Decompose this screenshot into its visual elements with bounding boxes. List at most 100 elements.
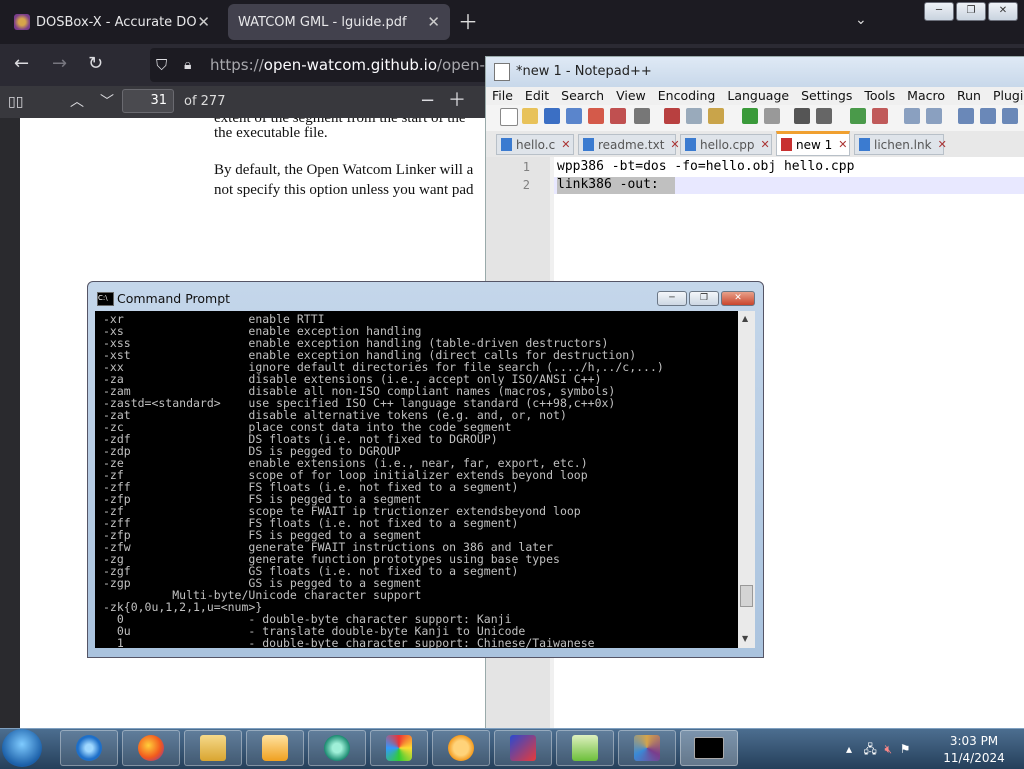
chevron-down-icon[interactable]: ⌄ — [855, 12, 867, 28]
taskbar-media-player[interactable] — [246, 730, 304, 766]
paste-icon[interactable] — [708, 108, 724, 124]
zoom-in-icon[interactable]: ＋ — [448, 91, 466, 111]
replace-icon[interactable] — [816, 108, 832, 124]
close-button[interactable]: ✕ — [721, 291, 755, 306]
paint-icon — [386, 735, 412, 761]
print-icon[interactable] — [634, 108, 650, 124]
menu-settings[interactable]: Settings — [795, 87, 858, 105]
file-tab-hello-cpp[interactable]: hello.cpp ✕ — [680, 134, 772, 155]
cut-icon[interactable] — [664, 108, 680, 124]
reload-icon[interactable]: ↻ — [88, 54, 103, 74]
scratch-cat-icon — [448, 735, 474, 761]
menu-view[interactable]: View — [610, 87, 652, 105]
time: 3:03 PM — [949, 734, 999, 748]
find-icon[interactable] — [794, 108, 810, 124]
scroll-down-arrow[interactable]: ▼ — [742, 634, 748, 643]
chevron-down-icon[interactable]: ﹀ — [100, 92, 114, 112]
save-all-icon[interactable] — [566, 108, 582, 124]
maximize-button[interactable]: ❐ — [689, 291, 719, 306]
firefox-icon — [138, 735, 164, 761]
menu-edit[interactable]: Edit — [519, 87, 555, 105]
taskbar-firefox[interactable] — [122, 730, 180, 766]
file-tab-readme[interactable]: readme.txt ✕ — [578, 134, 680, 155]
menu-tools[interactable]: Tools — [858, 87, 901, 105]
file-tab-hello-c[interactable]: hello.c ✕ — [496, 134, 574, 155]
maximize-button[interactable]: ❐ — [956, 2, 986, 21]
minimize-button[interactable]: ─ — [657, 291, 687, 306]
copy-icon[interactable] — [686, 108, 702, 124]
zoom-out-icon[interactable] — [872, 108, 888, 124]
show-all-chars-icon[interactable] — [980, 108, 996, 124]
file-icon — [685, 138, 696, 151]
close-icon[interactable]: ✕ — [838, 138, 847, 151]
file-tab-new-1[interactable]: new 1 ✕ — [776, 131, 850, 156]
menu-language[interactable]: Language — [721, 87, 795, 105]
close-file-icon[interactable] — [588, 108, 604, 124]
file-tab-lichen[interactable]: lichen.lnk ✕ — [854, 134, 947, 155]
notepad-app-icon — [494, 63, 510, 81]
menu-file[interactable]: File — [486, 87, 519, 105]
taskbar-ie[interactable] — [60, 730, 118, 766]
close-icon[interactable]: ✕ — [938, 138, 947, 151]
sync-v-icon[interactable] — [904, 108, 920, 124]
forward-icon[interactable]: → — [52, 54, 67, 74]
menu-plugins[interactable]: Plugins — [987, 87, 1024, 105]
close-icon[interactable]: ✕ — [561, 138, 570, 151]
window-controls: ─ ❐ ✕ — [924, 2, 1018, 21]
flag-icon[interactable]: ⚑ — [900, 742, 911, 756]
close-button[interactable]: ✕ — [988, 2, 1018, 21]
new-tab-button[interactable]: ＋ — [458, 10, 478, 34]
menu-search[interactable]: Search — [555, 87, 610, 105]
taskbar-app-2[interactable] — [494, 730, 552, 766]
code-line[interactable]: link386 -out: — [557, 177, 659, 192]
taskbar-explorer[interactable] — [184, 730, 242, 766]
lock-icon[interactable]: 🔒︎ — [184, 55, 191, 75]
chevron-up-icon[interactable]: ︿ — [70, 92, 84, 112]
scrollbar-thumb[interactable] — [740, 585, 753, 607]
start-button[interactable] — [2, 729, 42, 767]
menu-run[interactable]: Run — [951, 87, 987, 105]
pdf-text-line: the executable file. — [214, 125, 328, 141]
taskbar-notepadpp[interactable] — [556, 730, 614, 766]
sidebar-toggle-icon[interactable]: ▯▯ — [8, 92, 23, 112]
tray-expand-icon[interactable]: ▴ — [846, 742, 852, 756]
page-number-input[interactable]: 31 — [122, 89, 174, 113]
file-icon — [501, 138, 512, 151]
menu-encoding[interactable]: Encoding — [652, 87, 722, 105]
new-file-icon[interactable] — [500, 108, 518, 126]
open-file-icon[interactable] — [522, 108, 538, 124]
scroll-up-arrow[interactable]: ▲ — [742, 314, 748, 323]
line-number: 1 — [522, 160, 530, 174]
zoom-in-icon[interactable] — [850, 108, 866, 124]
file-icon — [859, 138, 870, 151]
back-icon[interactable]: ← — [14, 54, 29, 74]
close-all-icon[interactable] — [610, 108, 626, 124]
indent-guide-icon[interactable] — [1002, 108, 1018, 124]
undo-icon[interactable] — [742, 108, 758, 124]
network-icon[interactable]: 🖧︎ — [863, 742, 876, 756]
taskbar-dosbox[interactable] — [618, 730, 676, 766]
browser-tab-dosbox[interactable]: DOSBox-X - Accurate DOS emu ✕ — [4, 4, 220, 40]
code-line[interactable]: wpp386 -bt=dos -fo=hello.obj hello.cpp — [557, 159, 854, 174]
sync-h-icon[interactable] — [926, 108, 942, 124]
close-icon[interactable]: ✕ — [197, 13, 210, 31]
menu-macro[interactable]: Macro — [901, 87, 951, 105]
taskbar-paint[interactable] — [370, 730, 428, 766]
tab-label: lichen.lnk — [874, 137, 932, 152]
close-icon[interactable]: ✕ — [670, 138, 679, 151]
clock[interactable]: 3:03 PM 11/4/2024 — [940, 733, 1008, 767]
taskbar-scratch[interactable] — [432, 730, 490, 766]
redo-icon[interactable] — [764, 108, 780, 124]
unsaved-file-icon — [781, 138, 792, 151]
minimize-button[interactable]: ─ — [924, 2, 954, 21]
taskbar-cmd[interactable] — [680, 730, 738, 766]
volume-muted-icon[interactable]: 🔇︎ — [885, 742, 893, 756]
close-icon[interactable]: ✕ — [760, 138, 769, 151]
save-icon[interactable] — [544, 108, 560, 124]
shield-icon[interactable]: ⛉ — [156, 55, 167, 75]
taskbar-app[interactable] — [308, 730, 366, 766]
word-wrap-icon[interactable] — [958, 108, 974, 124]
browser-tab-watcom[interactable]: WATCOM GML - lguide.pdf ✕ — [228, 4, 450, 40]
close-icon[interactable]: ✕ — [427, 13, 440, 31]
zoom-out-icon[interactable]: − — [420, 91, 435, 111]
